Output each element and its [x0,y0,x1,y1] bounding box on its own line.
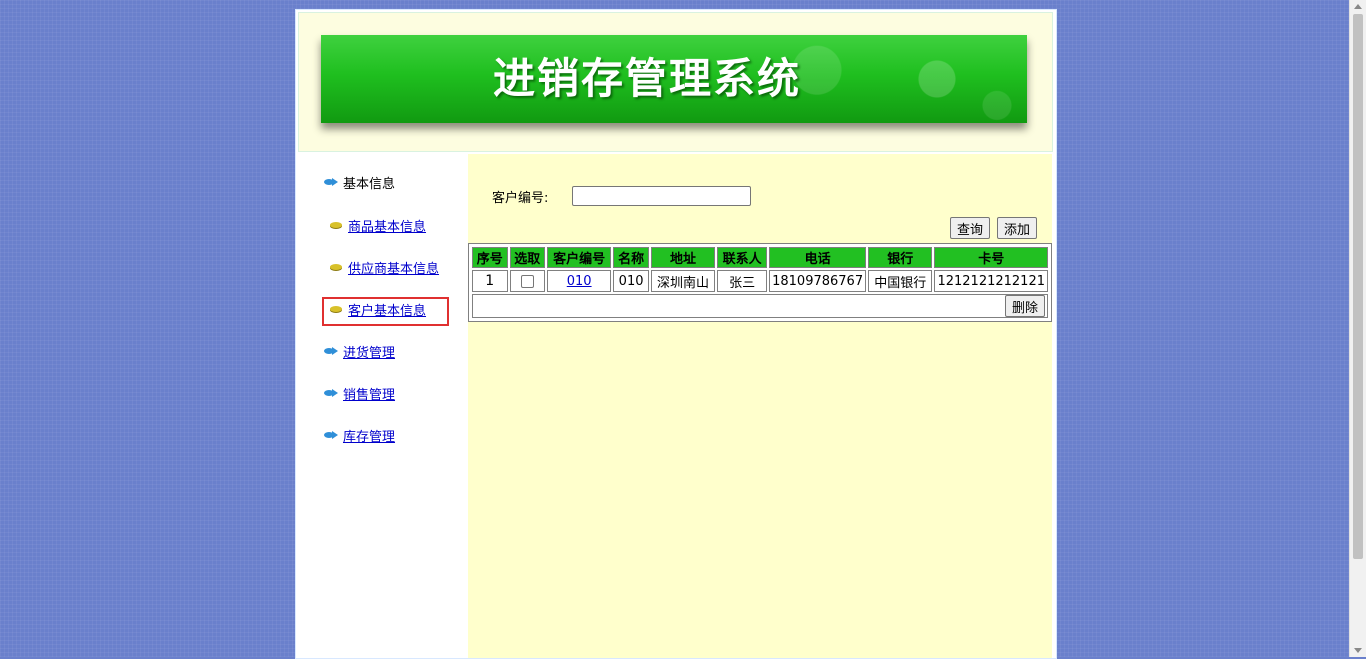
col-header-name: 名称 [613,247,649,268]
cell-index: 1 [472,270,508,292]
cell-address: 深圳南山 [650,270,716,292]
customer-table-wrapper: 序号 选取 客户编号 名称 地址 联系人 电话 银行 卡号 1 010 010 … [468,243,1052,322]
sidebar-link-customers[interactable]: 客户基本信息 [348,300,426,319]
sidebar-link-sales[interactable]: 销售管理 [343,384,395,403]
main-content: 客户编号: 查询 添加 序号 选取 客户编号 名称 地址 联系人 电话 银行 卡… [468,154,1052,658]
fish-icon [324,176,340,188]
customer-table: 序号 选取 客户编号 名称 地址 联系人 电话 银行 卡号 1 010 010 … [470,245,1050,320]
col-header-address: 地址 [650,247,716,268]
customer-code-link[interactable]: 010 [567,274,592,289]
col-header-code: 客户编号 [547,247,612,268]
col-header-select: 选取 [509,247,545,268]
sidebar-item-products: 商品基本信息 [329,215,426,235]
sidebar-link-products[interactable]: 商品基本信息 [348,216,426,235]
gold-ingot-icon [329,220,343,230]
col-header-index: 序号 [472,247,508,268]
table-header-row: 序号 选取 客户编号 名称 地址 联系人 电话 银行 卡号 [472,247,1048,268]
sidebar-section-stock: 库存管理 [324,425,395,445]
gold-ingot-icon [329,262,343,272]
sidebar-section-label: 基本信息 [343,176,396,192]
col-header-phone: 电话 [769,247,867,268]
fish-icon [324,429,340,441]
gold-ingot-icon [329,304,343,314]
row-checkbox[interactable] [520,274,534,288]
query-button[interactable]: 查询 [950,217,991,239]
actions-cell: 删除 [472,294,1048,318]
vertical-scrollbar[interactable] [1349,0,1366,657]
banner: 进销存管理系统 [321,35,1027,123]
col-header-contact: 联系人 [717,247,768,268]
app-page: 进销存管理系统 基本信息 商品基本信息 供应商基本信息 客户基本信息 进货管理 … [295,9,1057,659]
customer-code-input[interactable] [572,186,751,206]
cell-card: 1212121212121 [934,270,1048,292]
sidebar-section-purchase: 进货管理 [324,341,395,361]
sidebar-link-suppliers[interactable]: 供应商基本信息 [348,258,439,277]
sidebar: 基本信息 商品基本信息 供应商基本信息 客户基本信息 进货管理 销售管理 库存管… [296,154,468,658]
delete-button[interactable]: 删除 [1004,295,1045,317]
cell-bank: 中国银行 [868,270,933,292]
cell-contact: 张三 [717,270,768,292]
table-actions-row: 删除 [472,294,1048,318]
table-row: 1 010 010 深圳南山 张三 18109786767 中国银行 12121… [472,270,1048,292]
cell-code: 010 [547,270,612,292]
cell-select [509,270,545,292]
scrollbar-thumb[interactable] [1353,14,1363,559]
sidebar-item-customers: 客户基本信息 [329,299,426,319]
header: 进销存管理系统 [298,12,1053,152]
fish-icon [324,345,340,357]
sidebar-section-basic: 基本信息 [324,172,395,192]
customer-code-label: 客户编号: [492,190,549,206]
add-button[interactable]: 添加 [997,217,1038,239]
sidebar-section-sales: 销售管理 [324,383,395,403]
fish-icon [324,387,340,399]
sidebar-link-purchase[interactable]: 进货管理 [343,342,395,361]
scroll-up-arrow-icon[interactable] [1354,4,1362,9]
search-row: 客户编号: [492,186,751,206]
cell-name: 010 [613,270,649,292]
app-title: 进销存管理系统 [493,54,802,103]
col-header-card: 卡号 [934,247,1048,268]
sidebar-link-stock[interactable]: 库存管理 [343,426,395,445]
cell-phone: 18109786767 [769,270,867,292]
scroll-down-arrow-icon[interactable] [1354,648,1362,653]
sidebar-item-suppliers: 供应商基本信息 [329,257,439,277]
col-header-bank: 银行 [868,247,933,268]
